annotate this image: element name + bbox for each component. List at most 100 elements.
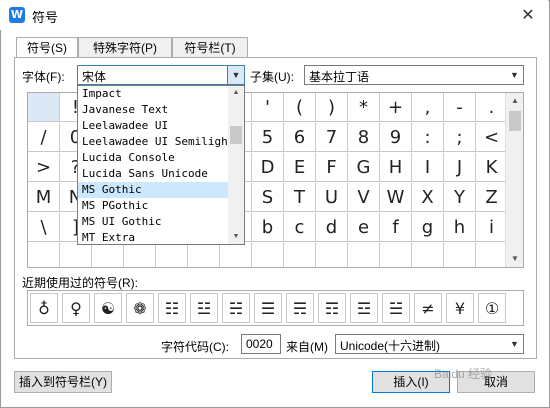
symbol-cell[interactable]: M [28,183,60,212]
symbol-cell[interactable]: - [444,93,476,122]
symbol-cell[interactable] [348,243,380,267]
font-list-item[interactable]: MS UI Gothic [78,214,228,230]
recent-symbol-cell[interactable]: ≠ [414,293,442,323]
symbol-cell[interactable] [284,243,316,267]
symbol-cell[interactable]: \ [28,213,60,242]
font-list-item[interactable]: Lucida Console [78,150,228,166]
symbol-cell[interactable]: ; [444,123,476,152]
chevron-down-icon[interactable]: ▼ [506,66,523,84]
font-list-item[interactable]: Impact [78,86,228,102]
symbol-cell[interactable]: 6 [284,123,316,152]
symbol-cell[interactable]: G [348,153,380,182]
symbol-cell[interactable]: c [284,213,316,242]
symbol-grid-scrollbar[interactable]: ▲ ▼ [505,93,523,267]
symbol-cell[interactable]: K [476,153,508,182]
font-list-item[interactable]: Lucida Sans Unicode [78,166,228,182]
symbol-cell[interactable] [380,243,412,267]
symbol-cell[interactable]: i [476,213,508,242]
symbol-cell[interactable]: + [380,93,412,122]
symbol-cell[interactable]: / [28,123,60,152]
recent-symbol-cell[interactable]: ¥ [446,293,474,323]
scroll-up-icon[interactable]: ▲ [506,93,524,109]
font-list-item[interactable]: Leelawadee UI Semilight [78,134,228,150]
scroll-thumb[interactable] [509,111,521,131]
recent-symbol-cell[interactable]: ❁ [126,293,154,323]
tab-symbol-bar[interactable]: 符号栏(T) [172,37,248,58]
scroll-down-icon[interactable]: ▼ [506,251,524,267]
symbol-cell[interactable]: f [380,213,412,242]
font-list-item[interactable]: Leelawadee UI [78,118,228,134]
symbol-cell[interactable]: X [412,183,444,212]
symbol-cell[interactable]: I [412,153,444,182]
recent-symbol-cell[interactable]: ♀ [62,293,90,323]
font-list-item[interactable]: MS Gothic [78,182,228,198]
symbol-cell[interactable] [316,243,348,267]
recent-symbol-cell[interactable]: ☱ [382,293,410,323]
recent-symbol-cell[interactable]: ☶ [318,293,346,323]
symbol-cell[interactable] [156,243,188,267]
symbol-cell[interactable]: 5 [252,123,284,152]
symbol-cell[interactable]: J [444,153,476,182]
font-list-item[interactable]: MT Extra [78,230,228,244]
recent-symbol-cell[interactable]: ① [478,293,506,323]
font-list-scrollbar[interactable]: ▲ ▼ [228,86,244,244]
close-icon[interactable]: ✕ [516,4,540,26]
symbol-cell[interactable]: S [252,183,284,212]
symbol-cell[interactable] [412,243,444,267]
symbol-cell[interactable]: e [348,213,380,242]
symbol-cell[interactable] [444,243,476,267]
symbol-cell[interactable] [252,243,284,267]
symbol-cell[interactable]: V [348,183,380,212]
symbol-cell[interactable] [188,243,220,267]
tab-symbols[interactable]: 符号(S) [16,37,78,59]
symbol-cell[interactable]: > [28,153,60,182]
font-select[interactable]: 宋体 ▼ [77,65,245,85]
symbol-cell[interactable]: F [316,153,348,182]
symbol-cell[interactable]: d [316,213,348,242]
font-list-item[interactable]: MS PGothic [78,198,228,214]
symbol-cell[interactable] [124,243,156,267]
symbol-cell[interactable]: 7 [316,123,348,152]
scroll-thumb[interactable] [230,126,242,144]
char-code-input[interactable]: 0020 [241,334,281,354]
recent-symbol-cell[interactable]: ☳ [190,293,218,323]
from-select[interactable]: Unicode(十六进制) ▼ [335,334,524,354]
scroll-up-icon[interactable]: ▲ [228,86,244,100]
symbol-cell[interactable] [476,243,508,267]
symbol-cell[interactable]: h [444,213,476,242]
symbol-cell[interactable]: H [380,153,412,182]
recent-symbol-cell[interactable]: ♁ [30,293,58,323]
symbol-cell[interactable]: , [412,93,444,122]
recent-symbol-cell[interactable]: ☯ [94,293,122,323]
chevron-down-icon[interactable]: ▼ [227,66,244,84]
insert-to-symbol-bar-button[interactable]: 插入到符号栏(Y) [14,371,112,393]
recent-symbol-cell[interactable]: ☲ [350,293,378,323]
symbol-cell[interactable]: E [284,153,316,182]
symbol-cell[interactable]: T [284,183,316,212]
symbol-cell[interactable]: g [412,213,444,242]
symbol-cell[interactable] [220,243,252,267]
symbol-cell[interactable]: Z [476,183,508,212]
symbol-cell[interactable] [92,243,124,267]
subset-select[interactable]: 基本拉丁语 ▼ [304,65,524,85]
symbol-cell[interactable]: Y [444,183,476,212]
symbol-cell[interactable]: ( [284,93,316,122]
symbol-cell[interactable]: < [476,123,508,152]
recent-symbol-cell[interactable]: ☰ [254,293,282,323]
tab-special-chars[interactable]: 特殊字符(P) [78,37,172,58]
symbol-cell[interactable]: 8 [348,123,380,152]
symbol-cell[interactable]: 9 [380,123,412,152]
symbol-cell[interactable]: ) [316,93,348,122]
recent-symbol-cell[interactable]: ☵ [222,293,250,323]
font-list-item[interactable]: Javanese Text [78,102,228,118]
symbol-cell[interactable]: . [476,93,508,122]
symbol-cell[interactable] [60,243,92,267]
symbol-cell[interactable]: b [252,213,284,242]
symbol-cell[interactable]: : [412,123,444,152]
recent-symbol-cell[interactable]: ☷ [158,293,186,323]
symbol-cell[interactable]: U [316,183,348,212]
symbol-cell[interactable]: * [348,93,380,122]
recent-symbol-cell[interactable]: ☴ [286,293,314,323]
symbol-cell[interactable]: D [252,153,284,182]
symbol-cell[interactable]: ' [252,93,284,122]
